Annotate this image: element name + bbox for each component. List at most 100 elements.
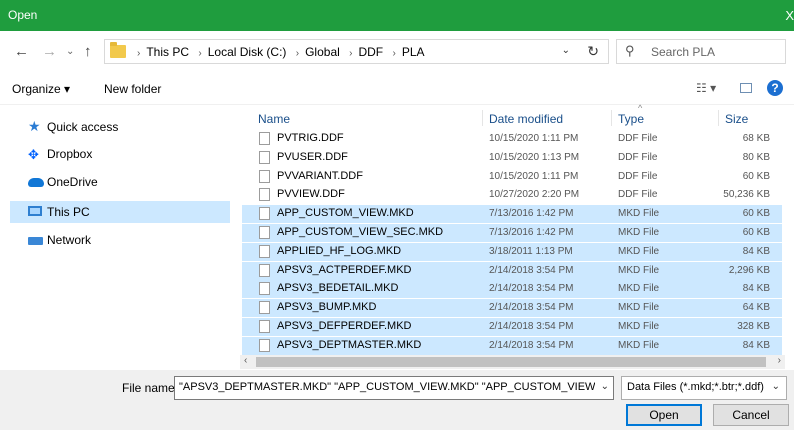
file-row[interactable]: APSV3_DEPTMASTER.MKD 2/14/2018 3:54 PM MKD… xyxy=(242,336,782,355)
search-icon: ⚲ xyxy=(625,43,635,58)
search-placeholder: Search PLA xyxy=(651,45,716,59)
file-name-label: File name: xyxy=(122,381,179,395)
file-type: MKD File xyxy=(618,264,660,276)
scroll-right-icon[interactable]: › xyxy=(778,355,781,366)
file-type: MKD File xyxy=(618,208,660,220)
column-header-name[interactable]: Name xyxy=(258,112,290,126)
file-type: MKD File xyxy=(618,321,660,332)
file-name: APSV3_DEPTMASTER.MKD xyxy=(277,338,422,351)
file-icon xyxy=(259,244,270,258)
file-date: 2/14/2018 3:54 PM xyxy=(489,283,574,295)
file-icon xyxy=(259,338,270,352)
command-bar: Organize ▾ New folder ☷ ▾ ? xyxy=(0,74,794,105)
file-icon xyxy=(259,169,270,183)
scroll-left-icon[interactable]: ‹ xyxy=(244,355,247,366)
file-type: MKD File xyxy=(618,227,660,238)
sort-ascending-icon: ^ xyxy=(638,103,643,113)
close-icon[interactable]: X xyxy=(785,8,794,23)
chevron-down-icon[interactable]: ⌄ xyxy=(601,381,609,392)
breadcrumb-item[interactable]: Global xyxy=(305,45,340,59)
file-size: 60 KB xyxy=(742,227,770,238)
file-name: PVUSER.DDF xyxy=(277,150,348,163)
file-row[interactable]: APP_CUSTOM_VIEW.MKD 7/13/2016 1:42 PM MKD … xyxy=(242,205,782,224)
file-name: APSV3_ACTPERDEF.MKD xyxy=(277,263,412,276)
file-name: PVTRIG.DDF xyxy=(277,132,344,144)
file-date: 2/14/2018 3:54 PM xyxy=(489,302,574,314)
search-input[interactable]: ⚲ Search PLA xyxy=(616,39,786,64)
file-name: APSV3_DEFPERDEF.MKD xyxy=(277,320,412,332)
window-title: Open xyxy=(8,8,38,22)
file-icon xyxy=(259,150,270,164)
file-name-field[interactable]: "APSV3_DEPTMASTER.MKD" "APP_CUSTOM_VIEW.… xyxy=(174,376,614,400)
address-bar[interactable]: › This PC › Local Disk (C:) › Global › DDF ›… xyxy=(104,39,609,64)
address-row: ← → ⌄ ↑ › This PC › Local Disk (C:) › Globa… xyxy=(0,31,794,74)
file-size: 60 KB xyxy=(742,208,770,220)
file-type-select[interactable]: Data Files (*.mkd;*.btr;*.ddf) ⌄ xyxy=(621,376,787,400)
sidebar-item-quick-access[interactable]: ★ Quick access xyxy=(10,116,230,138)
open-button[interactable]: Open xyxy=(626,404,702,426)
new-folder-button[interactable]: New folder xyxy=(104,82,161,96)
file-row[interactable]: APSV3_ACTPERDEF.MKD 2/14/2018 3:54 PM MKD … xyxy=(242,261,782,280)
file-icon xyxy=(259,226,270,239)
breadcrumb-item[interactable]: PLA xyxy=(402,45,425,59)
file-row[interactable]: APP_CUSTOM_VIEW_SEC.MKD 7/13/2016 1:42 PM… xyxy=(242,224,782,242)
file-size: 64 KB xyxy=(742,302,770,314)
file-name: APSV3_BEDETAIL.MKD xyxy=(277,282,399,295)
organize-button[interactable]: Organize ▾ xyxy=(12,82,70,96)
file-date: 7/13/2016 1:42 PM xyxy=(489,208,574,220)
back-arrow-icon[interactable]: ← xyxy=(14,43,29,60)
sidebar-item-label: Quick access xyxy=(47,120,119,134)
recent-locations-icon[interactable]: ⌄ xyxy=(66,46,74,57)
file-type: DDF File xyxy=(618,133,658,144)
refresh-icon[interactable]: ↻ xyxy=(587,43,599,60)
sidebar-item-label: Dropbox xyxy=(47,147,93,161)
file-icon xyxy=(259,320,270,333)
file-type: DDF File xyxy=(618,151,658,163)
file-date: 10/27/2020 2:20 PM xyxy=(489,189,580,201)
file-icon xyxy=(259,301,270,315)
file-type: MKD File xyxy=(618,283,660,295)
file-icon xyxy=(259,132,270,145)
breadcrumb-item[interactable]: This PC xyxy=(146,45,189,59)
file-type: MKD File xyxy=(618,339,660,351)
sidebar-item-this-pc[interactable]: This PC xyxy=(10,201,230,223)
file-row[interactable]: PVVARIANT.DDF 10/15/2020 1:11 PM DDF File 6… xyxy=(242,168,782,186)
file-icon xyxy=(259,207,270,221)
file-size: 50,236 KB xyxy=(723,189,770,201)
column-divider[interactable] xyxy=(482,110,483,126)
view-options-icon[interactable]: ☷ ▾ xyxy=(696,81,716,95)
breadcrumb-item[interactable]: DDF xyxy=(358,45,383,59)
breadcrumb-item[interactable]: Local Disk (C:) xyxy=(208,45,287,59)
file-row[interactable]: PVTRIG.DDF 10/15/2020 1:11 PM DDF File 68 K… xyxy=(242,130,782,148)
file-row[interactable]: PVVIEW.DDF 10/27/2020 2:20 PM DDF File 50,2… xyxy=(242,186,782,204)
column-divider[interactable] xyxy=(718,110,719,126)
help-icon[interactable]: ? xyxy=(767,80,783,96)
network-icon xyxy=(28,237,43,245)
column-header-size[interactable]: Size xyxy=(725,112,748,126)
preview-pane-icon[interactable] xyxy=(740,83,752,93)
chevron-down-icon[interactable]: ⌄ xyxy=(562,45,570,56)
cancel-button[interactable]: Cancel xyxy=(713,404,789,426)
file-date: 7/13/2016 1:42 PM xyxy=(489,227,574,238)
scrollbar-thumb[interactable] xyxy=(256,357,766,367)
file-name: PVVIEW.DDF xyxy=(277,188,345,201)
file-row[interactable]: APSV3_BEDETAIL.MKD 2/14/2018 3:54 PM MKD F… xyxy=(242,280,782,299)
horizontal-scrollbar[interactable]: ‹ › xyxy=(240,355,785,369)
file-row[interactable]: PVUSER.DDF 10/15/2020 1:13 PM DDF File 80 K… xyxy=(242,149,782,167)
file-name: APP_CUSTOM_VIEW_SEC.MKD xyxy=(277,226,444,238)
file-row[interactable]: APSV3_BUMP.MKD 2/14/2018 3:54 PM MKD File 6… xyxy=(242,299,782,318)
file-size: 80 KB xyxy=(742,151,770,163)
sidebar-item-network[interactable]: Network xyxy=(10,229,230,251)
column-divider[interactable] xyxy=(611,110,612,126)
file-row[interactable]: APPLIED_HF_LOG.MKD 3/18/2011 1:13 PM MKD F… xyxy=(242,242,782,261)
file-date: 10/15/2020 1:11 PM xyxy=(489,133,579,144)
sidebar-item-onedrive[interactable]: OneDrive xyxy=(10,171,230,193)
chevron-down-icon[interactable]: ⌄ xyxy=(772,381,780,392)
sidebar-item-dropbox[interactable]: ✥ Dropbox xyxy=(10,143,230,165)
forward-arrow-icon[interactable]: → xyxy=(42,43,57,60)
file-date: 10/15/2020 1:11 PM xyxy=(489,170,579,182)
column-header-date[interactable]: Date modified xyxy=(489,112,563,126)
column-header-type[interactable]: Type xyxy=(618,112,644,126)
up-arrow-icon[interactable]: ↑ xyxy=(84,43,92,60)
file-row[interactable]: APSV3_DEFPERDEF.MKD 2/14/2018 3:54 PM MKD … xyxy=(242,318,782,336)
